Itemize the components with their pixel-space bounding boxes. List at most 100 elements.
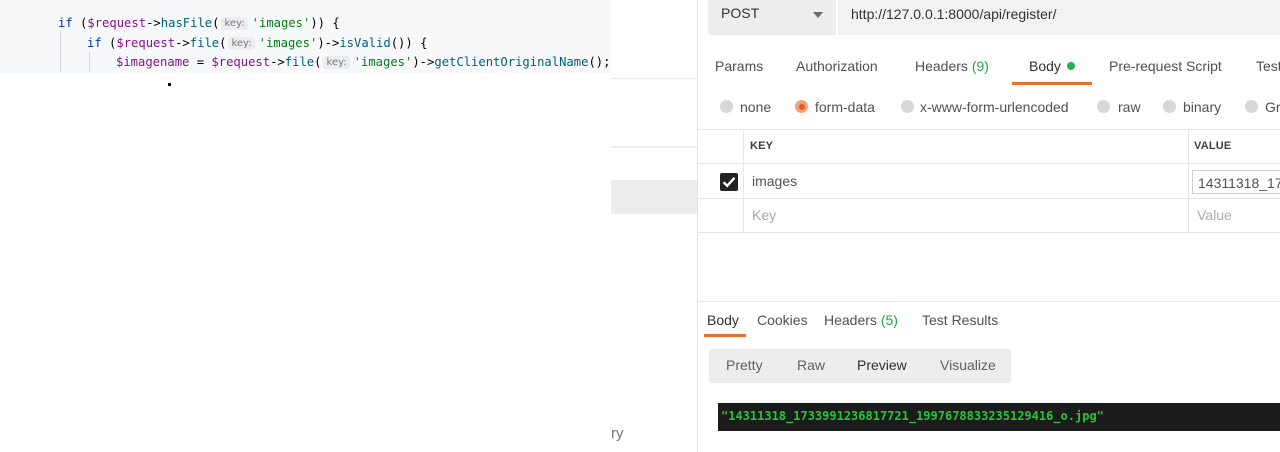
- tab-label: Params: [715, 58, 764, 74]
- response-tab-body[interactable]: Body: [707, 312, 739, 328]
- tab-authorization[interactable]: Authorization: [796, 58, 878, 74]
- code-punct: (: [72, 16, 88, 30]
- response-body: "14311318_1733991236817721_1997678833235…: [718, 403, 1280, 431]
- url-input[interactable]: http://127.0.0.1:8000/api/register/: [838, 0, 1280, 35]
- response-divider: [698, 301, 1280, 302]
- code-punct: )->: [317, 36, 340, 50]
- table-border: [698, 163, 1280, 164]
- code-variable: $request: [116, 36, 176, 50]
- active-response-tab-indicator: [704, 334, 746, 337]
- code-method: file: [284, 55, 315, 69]
- radio-label-form-data[interactable]: form-data: [815, 99, 875, 115]
- radio-label-x-www-form-urlencoded[interactable]: x-www-form-urlencoded: [920, 99, 1069, 115]
- table-border-top: [698, 129, 1280, 130]
- tab-params[interactable]: Params: [715, 58, 763, 74]
- table-border: [698, 198, 1280, 199]
- radio-x-www-form-urlencoded[interactable]: [901, 100, 914, 113]
- view-preview-button[interactable]: Preview: [857, 357, 907, 373]
- row-value-input[interactable]: 14311318_17: [1192, 170, 1280, 194]
- code-line-1: if ($request->hasFile(key:'images')) {: [58, 13, 340, 33]
- radio-form-data[interactable]: [795, 100, 808, 113]
- tab-label: Pre-request Script: [1109, 58, 1222, 74]
- new-value-input[interactable]: Value: [1197, 207, 1232, 223]
- radio-label-none[interactable]: none: [740, 99, 771, 115]
- response-body-text: "14311318_1733991236817721_1997678833235…: [721, 409, 1104, 423]
- code-arrow: ->: [146, 16, 161, 30]
- code-punct: )) {: [310, 16, 340, 30]
- background-divider: [611, 146, 697, 148]
- view-pretty-button[interactable]: Pretty: [726, 357, 763, 373]
- radio-binary[interactable]: [1163, 100, 1176, 113]
- response-tab-headers[interactable]: Headers (5): [824, 312, 898, 328]
- tab-label: Headers: [824, 312, 877, 328]
- response-tab-cookies[interactable]: Cookies: [757, 312, 808, 328]
- row-key-input[interactable]: images: [752, 173, 797, 189]
- code-string: 'images': [353, 55, 413, 69]
- method-label: POST: [721, 5, 760, 21]
- table-column-divider: [1188, 129, 1189, 233]
- row-enabled-checkbox[interactable]: [720, 173, 738, 191]
- code-arrow: ->: [270, 55, 285, 69]
- indent-guide: [60, 32, 61, 72]
- response-tab-test-results[interactable]: Test Results: [922, 312, 998, 328]
- tab-headers[interactable]: Headers (9): [915, 58, 989, 74]
- code-punct: (: [219, 36, 227, 50]
- background-partial-text: ry: [611, 425, 624, 442]
- view-visualize-button[interactable]: Visualize: [940, 357, 996, 373]
- url-text: http://127.0.0.1:8000/api/register/: [851, 6, 1057, 22]
- method-select[interactable]: POST: [708, 0, 836, 35]
- parameter-hint: key:: [221, 17, 248, 30]
- text-cursor: [168, 83, 171, 86]
- radio-raw[interactable]: [1097, 100, 1110, 113]
- code-punct: =: [189, 55, 212, 69]
- radio-none[interactable]: [720, 100, 733, 113]
- view-mode-group: Pretty Raw Preview Visualize: [709, 349, 1011, 383]
- active-tab-indicator: [1012, 82, 1092, 85]
- code-punct: (: [314, 55, 322, 69]
- code-string: 'images': [258, 36, 318, 50]
- code-punct: )->: [412, 55, 435, 69]
- radio-label-graphql[interactable]: Gr: [1265, 99, 1280, 115]
- headers-count: (5): [880, 312, 898, 328]
- postman-panel: POST http://127.0.0.1:8000/api/register/…: [698, 0, 1280, 452]
- code-arrow: ->: [175, 36, 190, 50]
- tab-pre-request-script[interactable]: Pre-request Script: [1109, 58, 1222, 74]
- tab-label: Authorization: [796, 58, 878, 74]
- row-value-text: 14311318_17: [1198, 175, 1280, 191]
- code-method: getClientOriginalName: [434, 55, 589, 69]
- tab-tests[interactable]: Test: [1256, 58, 1280, 74]
- code-variable: $imagename: [116, 55, 190, 69]
- indent-guide: [89, 52, 90, 72]
- new-key-input[interactable]: Key: [752, 207, 776, 223]
- radio-label-raw[interactable]: raw: [1118, 99, 1141, 115]
- code-variable: $request: [211, 55, 271, 69]
- table-border: [698, 232, 1280, 233]
- tab-label: Body: [1029, 58, 1061, 74]
- table-column-divider: [743, 129, 744, 233]
- code-punct: ()) {: [390, 36, 428, 50]
- column-header-key: KEY: [750, 140, 774, 152]
- check-icon: [722, 176, 736, 188]
- code-punct: (: [101, 36, 117, 50]
- tab-body[interactable]: Body: [1029, 58, 1075, 74]
- tab-label: Test: [1256, 58, 1280, 74]
- chevron-down-icon: [813, 12, 823, 18]
- code-variable: $request: [87, 16, 147, 30]
- active-dot-icon: [1066, 62, 1075, 70]
- radio-graphql[interactable]: [1245, 100, 1258, 113]
- code-editor: if ($request->hasFile(key:'images')) { i…: [0, 0, 611, 73]
- background-divider: [611, 78, 697, 79]
- code-method: hasFile: [160, 16, 213, 30]
- radio-label-binary[interactable]: binary: [1183, 99, 1221, 115]
- code-punct: ();: [588, 55, 611, 69]
- keyword-if: if: [87, 36, 102, 50]
- code-method: isValid: [339, 36, 391, 50]
- keyword-if: if: [58, 16, 73, 30]
- parameter-hint: key:: [228, 37, 255, 50]
- headers-count: (9): [971, 58, 989, 74]
- background-panel: [611, 180, 697, 214]
- view-raw-button[interactable]: Raw: [797, 357, 825, 373]
- code-method: file: [189, 36, 220, 50]
- code-string: 'images': [251, 16, 311, 30]
- code-punct: (: [212, 16, 220, 30]
